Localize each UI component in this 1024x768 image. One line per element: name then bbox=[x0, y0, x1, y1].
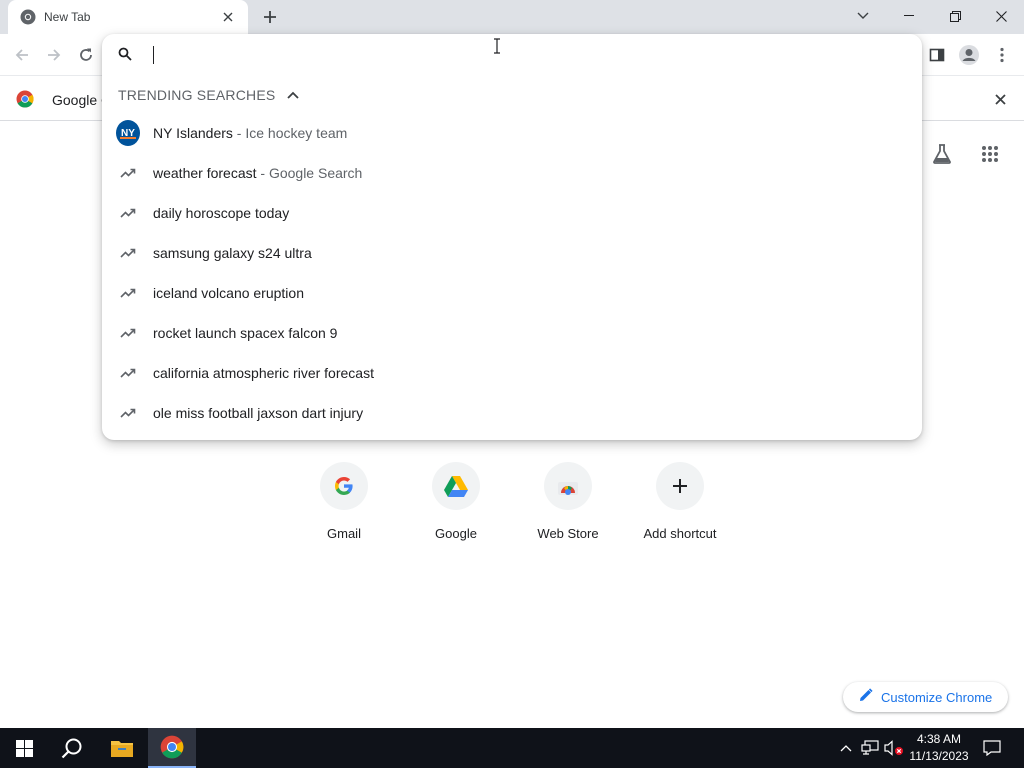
trending-icon bbox=[116, 321, 140, 345]
trending-icon bbox=[116, 201, 140, 225]
file-explorer-icon[interactable] bbox=[98, 728, 146, 768]
chrome-logo-icon bbox=[16, 90, 34, 108]
tab-title: New Tab bbox=[44, 10, 91, 24]
window-close-button[interactable] bbox=[978, 0, 1024, 32]
shortcut-label: Gmail bbox=[327, 526, 361, 541]
more-menu-icon[interactable] bbox=[988, 41, 1016, 69]
trending-icon bbox=[116, 241, 140, 265]
new-tab-button[interactable] bbox=[258, 5, 282, 29]
shortcut-google[interactable]: Google bbox=[400, 460, 512, 556]
apps-grid-icon[interactable] bbox=[976, 140, 1004, 168]
notifications-icon[interactable] bbox=[982, 738, 1002, 758]
network-icon[interactable] bbox=[860, 738, 880, 758]
windows-start-icon[interactable] bbox=[0, 728, 48, 768]
shortcut-label: Google bbox=[435, 526, 477, 541]
forward-button[interactable] bbox=[40, 41, 68, 69]
shortcut-web-store[interactable]: Web Store bbox=[512, 460, 624, 556]
web-store-icon bbox=[544, 462, 592, 510]
suggestion-text: samsung galaxy s24 ultra bbox=[153, 245, 312, 261]
side-panel-icon[interactable] bbox=[923, 41, 951, 69]
search-icon bbox=[118, 47, 134, 63]
suggestion-text: weather forecast bbox=[153, 165, 257, 181]
ibeam-cursor-icon bbox=[492, 38, 502, 54]
trending-icon bbox=[116, 161, 140, 185]
customize-chrome-button[interactable]: Customize Chrome bbox=[843, 682, 1008, 712]
trending-icon bbox=[116, 281, 140, 305]
close-icon[interactable] bbox=[220, 9, 236, 25]
tab-search-chevron-down-icon[interactable] bbox=[840, 0, 886, 32]
address-bar-input[interactable] bbox=[150, 42, 890, 68]
reload-button[interactable] bbox=[72, 41, 100, 69]
pencil-icon bbox=[859, 687, 873, 707]
shortcut-label: Add shortcut bbox=[643, 526, 717, 541]
suggestion-text: california atmospheric river forecast bbox=[153, 365, 374, 381]
google-g-icon bbox=[320, 462, 368, 510]
suggestion-text: iceland volcano eruption bbox=[153, 285, 304, 301]
windows-taskbar: 4:38 AM 11/13/2023 bbox=[0, 728, 1024, 768]
suggestion-separator: - bbox=[256, 165, 269, 181]
restore-button[interactable] bbox=[932, 0, 978, 32]
chevron-up-icon[interactable] bbox=[836, 738, 856, 758]
suggestion-description: Google Search bbox=[268, 165, 363, 181]
omnibox-dropdown: TRENDING SEARCHES NY NY Islanders - Ice … bbox=[102, 34, 922, 440]
labs-flask-icon[interactable] bbox=[928, 140, 956, 168]
trending-searches-header: TRENDING SEARCHES bbox=[118, 87, 301, 103]
suggestion-text: NY Islanders bbox=[153, 125, 233, 141]
add-shortcut-button[interactable]: Add shortcut bbox=[624, 460, 736, 556]
plus-icon bbox=[656, 462, 704, 510]
suggestion-text: daily horoscope today bbox=[153, 205, 290, 221]
tab-new-tab[interactable]: New Tab bbox=[8, 0, 248, 34]
clock-time: 4:38 AM bbox=[916, 732, 962, 746]
clock-date: 11/13/2023 bbox=[909, 749, 969, 763]
trending-icon bbox=[116, 361, 140, 385]
suggestion-row[interactable]: daily horoscope today bbox=[102, 193, 922, 233]
suggestion-separator: - bbox=[232, 125, 246, 141]
suggestion-row[interactable]: iceland volcano eruption bbox=[102, 273, 922, 313]
search-icon[interactable] bbox=[48, 728, 96, 768]
volume-muted-icon[interactable] bbox=[884, 738, 904, 758]
customize-chrome-label: Customize Chrome bbox=[881, 689, 993, 705]
ny-islanders-logo: NY bbox=[116, 120, 140, 146]
minimize-button[interactable] bbox=[886, 0, 932, 32]
drive-icon bbox=[432, 462, 480, 510]
suggestion-row[interactable]: samsung galaxy s24 ultra bbox=[102, 233, 922, 273]
shortcut-gmail[interactable]: Gmail bbox=[288, 460, 400, 556]
suggestion-row[interactable]: weather forecast - Google Search bbox=[102, 153, 922, 193]
suggestion-text: rocket launch spacex falcon 9 bbox=[153, 325, 338, 341]
suggestion-row[interactable]: NY NY Islanders - Ice hockey team bbox=[102, 113, 922, 153]
profile-avatar-icon[interactable] bbox=[955, 41, 983, 69]
suggestion-row[interactable]: rocket launch spacex falcon 9 bbox=[102, 313, 922, 353]
text-caret bbox=[153, 46, 154, 64]
suggestion-text: ole miss football jaxson dart injury bbox=[153, 405, 364, 421]
chrome-taskbar-icon[interactable] bbox=[148, 728, 196, 768]
shortcut-label: Web Store bbox=[537, 526, 599, 541]
trending-searches-title: TRENDING SEARCHES bbox=[118, 87, 276, 103]
info-bar-close-icon[interactable] bbox=[990, 89, 1010, 109]
suggestion-row[interactable]: ole miss football jaxson dart injury bbox=[102, 393, 922, 433]
tab-strip: New Tab bbox=[0, 0, 1024, 34]
chevron-up-icon[interactable] bbox=[285, 87, 301, 103]
system-clock[interactable]: 4:38 AM 11/13/2023 bbox=[905, 731, 973, 765]
back-button[interactable] bbox=[8, 41, 36, 69]
suggestion-description: Ice hockey team bbox=[245, 125, 348, 141]
trending-icon bbox=[116, 401, 140, 425]
chrome-favicon-icon bbox=[20, 9, 36, 25]
suggestion-row[interactable]: california atmospheric river forecast bbox=[102, 353, 922, 393]
